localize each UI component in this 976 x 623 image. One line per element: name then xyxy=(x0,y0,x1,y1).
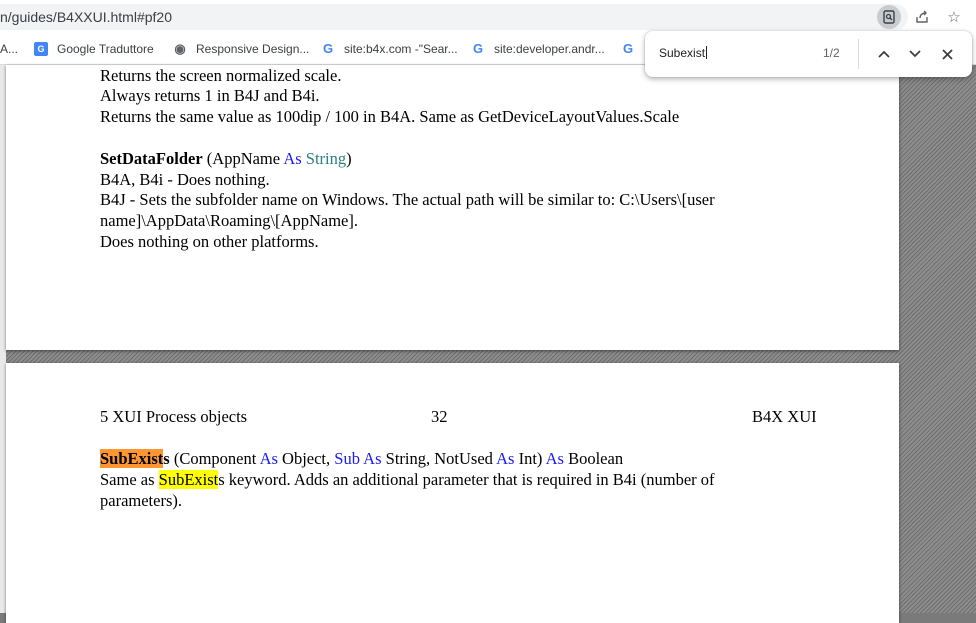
find-bar: Subexist 1/2 xyxy=(645,31,972,77)
document-page: Returns the screen normalized scale. Alw… xyxy=(6,65,899,350)
keyword-as: As xyxy=(363,449,382,468)
share-icon[interactable] xyxy=(910,5,934,29)
keyword-as: As xyxy=(496,449,515,468)
bookmark-item[interactable]: G site:developer.andr... xyxy=(471,41,605,57)
bookmark-label: A... xyxy=(0,42,19,56)
close-icon[interactable] xyxy=(936,43,958,65)
text-line: Always returns 1 in B4J and B4i. xyxy=(100,86,320,105)
description-text: s keyword. Adds an additional parameter … xyxy=(218,470,715,489)
bookmark-item[interactable]: G Google Traduttore xyxy=(34,41,154,57)
bookmark-label: Responsive Design... xyxy=(196,42,310,56)
bookmark-label: site:b4x.com -"Sear... xyxy=(344,42,458,56)
bookmark-item[interactable]: G xyxy=(621,41,644,57)
text-line: Returns the same value as 100dip / 100 i… xyxy=(100,107,680,126)
signature-text: ) xyxy=(346,149,352,168)
page-number: 32 xyxy=(431,407,448,426)
text-line: Returns the screen normalized scale. xyxy=(100,66,342,85)
find-input[interactable]: Subexist xyxy=(659,46,707,60)
current-match-highlight: SubExist xyxy=(100,449,164,468)
description-line: parameters). xyxy=(100,491,182,510)
google-icon: G xyxy=(622,41,634,56)
description-text: Same as xyxy=(100,470,159,489)
google-icon: G xyxy=(472,41,484,56)
globe-icon: ◉ xyxy=(174,41,186,56)
google-translate-icon: G xyxy=(34,42,48,56)
signature-text: Boolean xyxy=(563,449,624,468)
url-field[interactable]: n/guides/B4XXUI.html#pf20 xyxy=(0,4,908,30)
signature-text: Object, xyxy=(277,449,335,468)
text-line: B4A, B4i - Does nothing. xyxy=(100,170,270,189)
page-header-title: B4X XUI xyxy=(752,407,817,426)
find-separator xyxy=(858,39,859,69)
bookmark-item[interactable]: ◉ Responsive Design... xyxy=(173,41,309,57)
signature-text: String, NotUsed xyxy=(381,449,497,468)
chevron-down-icon[interactable] xyxy=(904,43,926,65)
star-icon[interactable]: ☆ xyxy=(942,5,966,29)
bookmark-item[interactable]: A... xyxy=(0,41,18,57)
keyword-as: As xyxy=(259,449,278,468)
document-page: 5 XUI Process objects 32 B4X XUI SubExis… xyxy=(6,363,899,623)
match-highlight: SubExist xyxy=(158,470,219,489)
description-line: Same as SubExists keyword. Adds an addit… xyxy=(100,470,715,490)
page-header-section: 5 XUI Process objects xyxy=(100,407,248,426)
keyword-as: As xyxy=(283,149,302,168)
google-icon: G xyxy=(322,41,334,56)
document-viewer[interactable]: Returns the screen normalized scale. Alw… xyxy=(0,65,976,623)
url-text[interactable]: n/guides/B4XXUI.html#pf20 xyxy=(0,9,172,25)
address-bar: n/guides/B4XXUI.html#pf20 ☆ xyxy=(0,0,976,34)
search-page-icon[interactable] xyxy=(877,5,901,29)
match-count: 1/2 xyxy=(823,46,840,60)
bookmark-label: Google Traduttore xyxy=(57,42,154,56)
signature-text: (Component xyxy=(169,449,260,468)
keyword-sub: Sub xyxy=(334,449,360,468)
signature-text: (AppName xyxy=(202,149,284,168)
text-line: name]\AppData\Roaming\[AppName]. xyxy=(100,211,358,230)
type-name: String xyxy=(301,149,347,168)
chevron-up-icon[interactable] xyxy=(873,43,895,65)
method-name: SetDataFolder xyxy=(100,149,203,168)
method-signature: SetDataFolder (AppName As String) xyxy=(100,149,352,169)
method-signature: SubExists (Component As Object, Sub As S… xyxy=(100,449,623,469)
signature-text: Int) xyxy=(514,449,546,468)
text-line: Does nothing on other platforms. xyxy=(100,232,319,251)
text-line: B4J - Sets the subfolder name on Windows… xyxy=(100,190,715,209)
bookmark-label: site:developer.andr... xyxy=(494,42,605,56)
bookmark-item[interactable]: G site:b4x.com -"Sear... xyxy=(321,41,458,57)
keyword-as: As xyxy=(545,449,564,468)
